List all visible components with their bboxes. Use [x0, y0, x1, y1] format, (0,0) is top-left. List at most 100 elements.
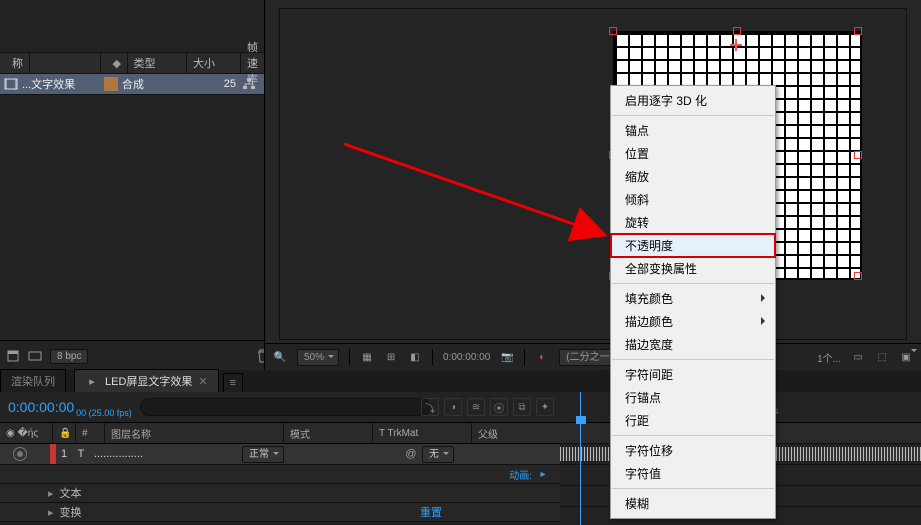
graph-toggle[interactable]: ⧉: [513, 398, 531, 416]
comp-icon: [4, 77, 18, 91]
menu-line-anchor[interactable]: 行锚点: [611, 386, 775, 409]
menu-blur[interactable]: 模糊: [611, 492, 775, 515]
menu-char-offset[interactable]: 字符位移: [611, 439, 775, 462]
current-time-indicator[interactable]: [580, 392, 581, 525]
animate-add-icon[interactable]: ▸: [536, 467, 550, 481]
draft3d-toggle[interactable]: ◑: [444, 398, 462, 416]
menu-skew[interactable]: 倾斜: [611, 188, 775, 211]
menu-tracking[interactable]: 字符间距: [611, 363, 775, 386]
layer-search[interactable]: [140, 398, 413, 416]
tab-composition[interactable]: ▸ LED屏显文字效果 ✕: [74, 369, 219, 392]
prop-text[interactable]: ▸文本: [0, 484, 560, 503]
moblur-toggle[interactable]: ⦿: [490, 398, 508, 416]
3d-view-icon[interactable]: ⬚: [875, 350, 889, 364]
project-preview: [0, 0, 264, 52]
animate-context-menu: 启用逐字 3D 化 锚点 位置 缩放 倾斜 旋转 不透明度 全部变换属性 填充颜…: [610, 85, 776, 519]
menu-separator: [612, 115, 774, 116]
menu-anchor[interactable]: 锚点: [611, 119, 775, 142]
name-col[interactable]: 图层名称: [105, 423, 284, 443]
menu-fill-color[interactable]: 填充颜色: [611, 287, 775, 310]
layer-kind-icon: T: [72, 448, 90, 460]
guides-icon[interactable]: ⊞: [384, 350, 398, 364]
parent-col[interactable]: 父级: [472, 423, 560, 443]
handle-br[interactable]: [854, 272, 862, 280]
lock-col[interactable]: 🔒: [53, 423, 76, 443]
twirl-icon[interactable]: ▸: [48, 487, 54, 500]
item-type: 合成: [122, 76, 168, 92]
twirl-icon[interactable]: ▸: [48, 506, 54, 519]
tab-label: LED屏显文字效果: [105, 373, 192, 389]
magnify-icon[interactable]: 🔍: [273, 350, 287, 364]
menu-leading[interactable]: 行距: [611, 409, 775, 432]
panel-menu[interactable]: ≡: [223, 373, 243, 392]
mode-col[interactable]: 模式: [284, 423, 373, 443]
project-panel: 称 ◆ 类型 大小 帧速率 ...文字效果 合成 25: [0, 0, 265, 340]
settings-icon[interactable]: [28, 349, 42, 363]
menu-opacity[interactable]: 不透明度: [611, 234, 775, 257]
animate-label: 动画:: [509, 467, 532, 482]
handle-tm[interactable]: [733, 27, 741, 35]
col-size[interactable]: 大小: [187, 53, 241, 73]
view-count[interactable]: 1个...: [817, 350, 841, 365]
layer-name[interactable]: ................: [90, 448, 242, 460]
search-input[interactable]: [140, 398, 431, 416]
menu-separator: [612, 359, 774, 360]
menu-stroke-color[interactable]: 描边颜色: [611, 310, 775, 333]
anchor-point-icon[interactable]: [730, 39, 742, 51]
prop-label: 变换: [60, 504, 82, 520]
viewer-canvas[interactable]: [279, 8, 907, 340]
prop-transform[interactable]: ▸ 变换 重置: [0, 503, 560, 522]
timecode-row: 0:00:00:00 00 (25.00 fps) ⤵ ◑ ≋ ⦿ ⧉ ✦: [0, 392, 560, 423]
menu-position[interactable]: 位置: [611, 142, 775, 165]
project-empty[interactable]: [0, 95, 264, 333]
menu-char-value[interactable]: 字符值: [611, 462, 775, 485]
brainstorm-icon[interactable]: ✦: [536, 398, 554, 416]
av-col[interactable]: ◉ �ής: [0, 423, 53, 443]
item-fps: 25: [212, 78, 236, 90]
timeline-left: 0:00:00:00 00 (25.00 fps) ⤵ ◑ ≋ ⦿ ⧉ ✦ ◉ …: [0, 392, 561, 525]
viewer-footer: 🔍 50% ▦ ⊞ ◧ 0:00:00:00 📷 ◐ (二分之一 1个... ▭…: [265, 343, 921, 370]
menu-all-transform[interactable]: 全部变换属性: [611, 257, 775, 280]
menu-enable-3d[interactable]: 启用逐字 3D 化: [611, 89, 775, 112]
interpret-icon[interactable]: [6, 349, 20, 363]
visibility-toggle[interactable]: [13, 447, 27, 461]
item-name: ...文字效果: [22, 76, 100, 92]
viewer-timecode[interactable]: 0:00:00:00: [443, 352, 490, 363]
blend-mode-dropdown[interactable]: 正常: [242, 446, 284, 463]
frameblend-toggle[interactable]: ≋: [467, 398, 485, 416]
project-footer: 8 bpc: [0, 340, 276, 371]
bpc-toggle[interactable]: 8 bpc: [50, 349, 88, 364]
menu-scale[interactable]: 缩放: [611, 165, 775, 188]
flowchart-icon[interactable]: [242, 77, 256, 91]
parent-dropdown[interactable]: 无: [422, 446, 454, 463]
col-fps[interactable]: 帧速率: [241, 53, 264, 73]
menu-rotate[interactable]: 旋转: [611, 211, 775, 234]
fps-label: 00 (25.00 fps): [76, 408, 132, 418]
item-label-color[interactable]: [104, 77, 118, 91]
view-layout-icon[interactable]: ▭: [851, 350, 865, 364]
col-name[interactable]: 称: [6, 53, 30, 73]
handle-tr[interactable]: [854, 27, 862, 35]
reset-link[interactable]: 重置: [420, 504, 442, 520]
mask-icon[interactable]: ◧: [408, 350, 422, 364]
col-type[interactable]: 类型: [128, 53, 188, 73]
layer-row[interactable]: 1 T ................ 正常 x @ 无: [0, 444, 560, 465]
zoom-dropdown[interactable]: 50%: [297, 349, 339, 366]
current-timecode[interactable]: 0:00:00:00: [0, 399, 82, 415]
menu-stroke-width[interactable]: 描边宽度: [611, 333, 775, 356]
snapshot-icon[interactable]: 📷: [500, 350, 514, 364]
tab-label: 渲染队列: [11, 373, 55, 389]
shy-toggle[interactable]: ⤵: [421, 398, 439, 416]
handle-tl[interactable]: [609, 27, 617, 35]
pickwhip-icon[interactable]: @: [404, 447, 418, 461]
tab-render-queue[interactable]: 渲染队列: [0, 369, 66, 392]
color-mgmt-icon[interactable]: ◐: [535, 350, 549, 364]
num-col[interactable]: #: [76, 423, 105, 443]
grid-icon[interactable]: ▦: [360, 350, 374, 364]
project-item-row[interactable]: ...文字效果 合成 25: [0, 74, 264, 95]
composition-viewer: 🔍 50% ▦ ⊞ ◧ 0:00:00:00 📷 ◐ (二分之一 1个... ▭…: [264, 0, 921, 370]
close-icon[interactable]: ✕: [198, 375, 207, 388]
trkmat-col[interactable]: T TrkMat: [373, 423, 472, 443]
handle-mr[interactable]: [854, 151, 862, 159]
label-icon[interactable]: ◆: [107, 53, 128, 73]
